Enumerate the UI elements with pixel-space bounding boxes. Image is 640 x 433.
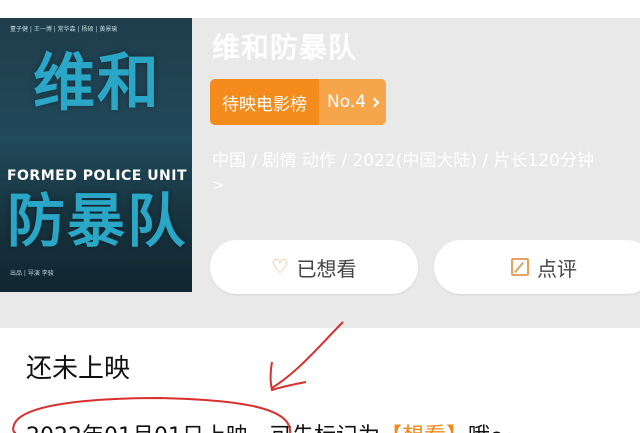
movie-title: 维和防暴队 (212, 31, 358, 64)
rank-badge[interactable]: 待映电影榜 No.4 (210, 79, 387, 125)
poster-credits: 出品 | 导演 李骏 (10, 270, 54, 277)
release-suffix: 哦～ (468, 424, 512, 433)
poster-tagline: 董子健 | 王一博 | 常华森 | 杨硕 | 黄景瑜 (10, 26, 118, 33)
review-label: 点评 (537, 256, 577, 281)
annotation-arrow-line (271, 321, 344, 389)
poster-title-line2: 防暴队 (6, 187, 187, 255)
want-to-watch-button[interactable]: ♡ 已想看 (210, 240, 418, 294)
movie-meta-more[interactable]: > (212, 176, 225, 194)
chevron-right-icon (369, 97, 380, 107)
top-strip (0, 0, 640, 18)
annotation-arrow-head (269, 361, 307, 392)
edit-icon (511, 258, 529, 276)
heart-icon: ♡ (271, 255, 289, 278)
rank-label: 待映电影榜 (210, 79, 319, 125)
movie-meta: 中国 / 剧情 动作 / 2022(中国大陆) / 片长120分钟 (212, 151, 594, 171)
rank-value: No.4 (327, 92, 367, 112)
poster-title-line1: 维和 (32, 46, 161, 119)
release-info: 2022年01月01日上映，可先标记为【想看】哦～ (26, 418, 512, 433)
want-tag-text[interactable]: 【想看】 (380, 424, 468, 433)
movie-poster[interactable]: 董子健 | 王一博 | 常华森 | 杨硕 | 黄景瑜 维和 FORMED POL… (0, 18, 192, 292)
poster-english-title: FORMED POLICE UNIT (6, 168, 188, 184)
rank-value-box: No.4 (319, 79, 387, 125)
want-to-watch-label: 已想看 (296, 256, 357, 281)
release-text: 2022年01月01日上映，可先标记为 (26, 424, 380, 433)
review-button[interactable]: 点评 (434, 240, 640, 294)
release-status-title: 还未上映 (26, 354, 131, 384)
